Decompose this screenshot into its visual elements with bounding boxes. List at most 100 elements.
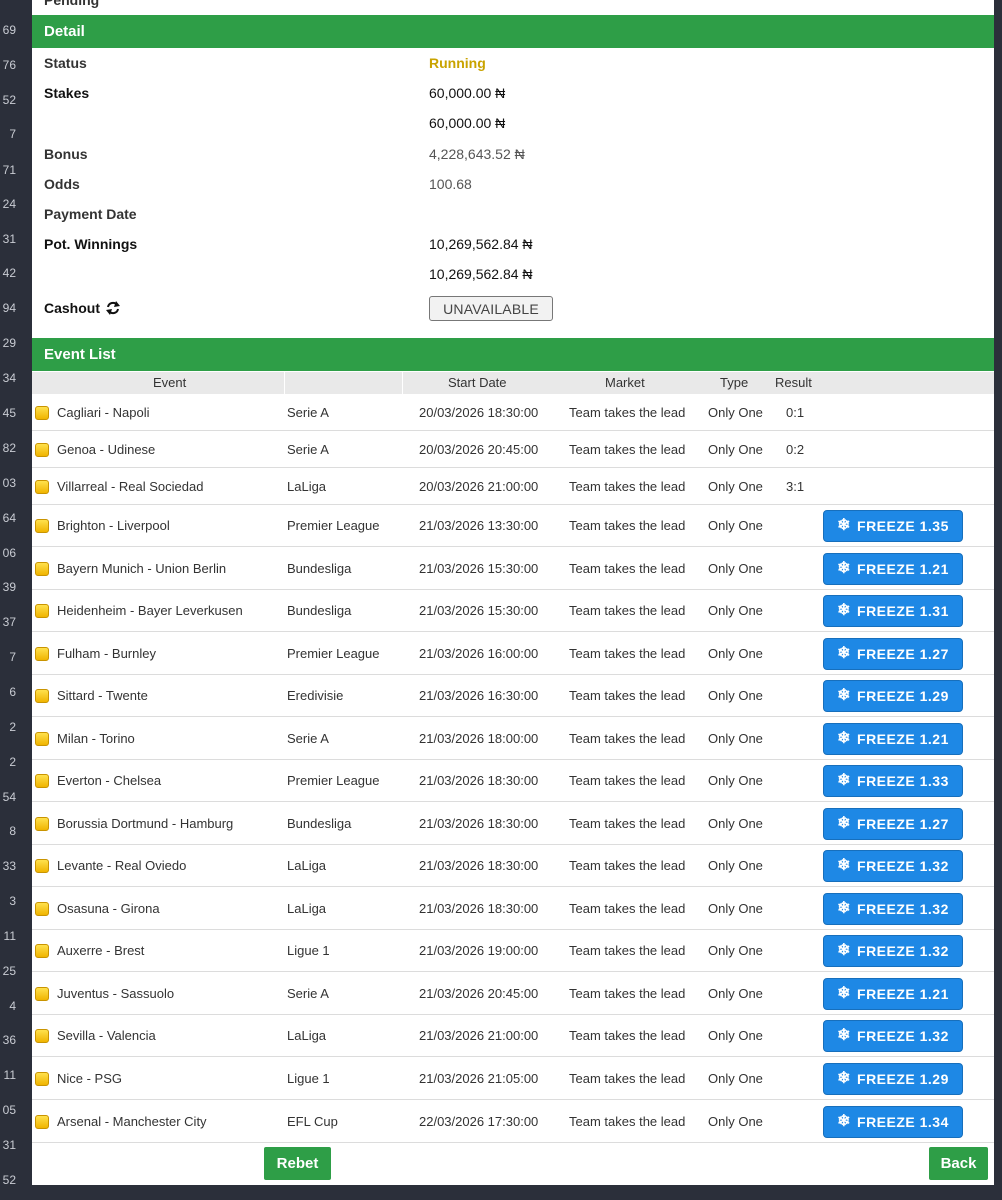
line-number: 11 [3, 1068, 16, 1082]
line-number: 31 [2, 232, 16, 246]
bet-type: Only One [708, 731, 763, 746]
freeze-button[interactable]: ❄ FREEZE 1.32 [823, 935, 963, 967]
start-date: 21/03/2026 16:30:00 [419, 688, 539, 703]
table-row: Villarreal - Real Sociedad LaLiga 20/03/20… [32, 468, 994, 505]
event-name: Levante - Real Oviedo [57, 858, 187, 873]
event-name: Brighton - Liverpool [57, 518, 170, 533]
event-name: Nice - PSG [57, 1071, 123, 1086]
bet-type: Only One [708, 943, 763, 958]
yellow-square-icon [35, 1029, 49, 1043]
start-date: 20/03/2026 20:45:00 [419, 442, 539, 457]
market-name: Team takes the lead [569, 986, 686, 1001]
freeze-button[interactable]: ❄ FREEZE 1.32 [823, 893, 963, 925]
line-number: 25 [2, 964, 16, 978]
event-name: Sittard - Twente [57, 688, 148, 703]
start-date: 21/03/2026 18:30:00 [419, 773, 539, 788]
start-date: 21/03/2026 18:30:00 [419, 816, 539, 831]
freeze-button[interactable]: ❄ FREEZE 1.29 [823, 680, 963, 712]
event-name: Auxerre - Brest [57, 943, 145, 958]
league-name: LaLiga [287, 858, 327, 873]
table-row: Auxerre - Brest Ligue 1 21/03/2026 19:00:0… [32, 930, 994, 972]
freeze-button[interactable]: ❄ FREEZE 1.21 [823, 553, 963, 585]
column-result: Result [775, 375, 812, 390]
freeze-button[interactable]: ❄ FREEZE 1.29 [823, 1063, 963, 1095]
table-row: Genoa - Udinese Serie A 20/03/2026 20:45:0… [32, 431, 994, 468]
bonus-row: Bonus 4,228,643.52 ₦ [44, 139, 984, 169]
bet-detail-panel: Pending Detail Status Running Stakes 60,… [32, 0, 994, 1185]
column-start-date: Start Date [448, 375, 507, 390]
table-row: Fulham - Burnley Premier League 21/03/2026… [32, 632, 994, 675]
line-number: 4 [9, 999, 16, 1013]
snowflake-icon: ❄ [837, 645, 852, 662]
market-name: Team takes the lead [569, 518, 686, 533]
cashout-label: Cashout [44, 300, 100, 316]
league-name: Bundesliga [287, 561, 352, 576]
freeze-button[interactable]: ❄ FREEZE 1.32 [823, 850, 963, 882]
pot-winnings-value-2: 10,269,562.84 ₦ [429, 266, 533, 282]
freeze-label: FREEZE 1.32 [857, 858, 949, 874]
table-row: Juventus - Sassuolo Serie A 21/03/2026 20:… [32, 972, 994, 1015]
table-row: Sevilla - Valencia LaLiga 21/03/2026 21:00… [32, 1015, 994, 1057]
line-number: 2 [9, 755, 16, 769]
bet-type: Only One [708, 646, 763, 661]
bet-type: Only One [708, 405, 763, 420]
detail-header: Detail [32, 15, 994, 48]
event-name: Sevilla - Valencia [57, 1028, 156, 1043]
freeze-label: FREEZE 1.29 [857, 688, 949, 704]
snowflake-icon: ❄ [837, 560, 852, 577]
freeze-label: FREEZE 1.21 [857, 731, 949, 747]
table-row: Sittard - Twente Eredivisie 21/03/2026 16:… [32, 675, 994, 717]
payment-date-row: Payment Date [44, 199, 984, 229]
league-name: Premier League [287, 646, 380, 661]
line-number: 29 [2, 336, 16, 350]
freeze-label: FREEZE 1.32 [857, 943, 949, 959]
snowflake-icon: ❄ [837, 517, 852, 534]
table-row: Bayern Munich - Union Berlin Bundesliga 21… [32, 547, 994, 590]
freeze-button[interactable]: ❄ FREEZE 1.33 [823, 765, 963, 797]
line-number: 11 [3, 929, 16, 943]
freeze-button[interactable]: ❄ FREEZE 1.21 [823, 723, 963, 755]
freeze-button[interactable]: ❄ FREEZE 1.21 [823, 978, 963, 1010]
line-number: 34 [2, 371, 16, 385]
freeze-label: FREEZE 1.33 [857, 773, 949, 789]
event-name: Villarreal - Real Sociedad [57, 479, 204, 494]
line-number: 64 [2, 511, 16, 525]
line-number: 42 [2, 266, 16, 280]
yellow-square-icon [35, 817, 49, 831]
freeze-button[interactable]: ❄ FREEZE 1.31 [823, 595, 963, 627]
line-number: 3 [9, 894, 16, 908]
back-button[interactable]: Back [929, 1147, 988, 1180]
freeze-button[interactable]: ❄ FREEZE 1.34 [823, 1106, 963, 1138]
bet-type: Only One [708, 1114, 763, 1129]
event-name: Juventus - Sassuolo [57, 986, 175, 1001]
cashout-label-wrap: Cashout [44, 293, 121, 323]
market-name: Team takes the lead [569, 731, 686, 746]
event-table-header: Event Start Date Market Type Result [32, 372, 994, 394]
stakes-value-1: 60,000.00 ₦ [429, 85, 506, 101]
freeze-label: FREEZE 1.21 [857, 561, 949, 577]
freeze-button[interactable]: ❄ FREEZE 1.27 [823, 808, 963, 840]
result-value: 3:1 [786, 479, 805, 494]
league-name: Serie A [287, 442, 329, 457]
market-name: Team takes the lead [569, 1028, 686, 1043]
yellow-square-icon [35, 519, 49, 533]
freeze-button[interactable]: ❄ FREEZE 1.35 [823, 510, 963, 542]
freeze-label: FREEZE 1.29 [857, 1071, 949, 1087]
market-name: Team takes the lead [569, 943, 686, 958]
bonus-value: 4,228,643.52 ₦ [429, 146, 525, 162]
start-date: 21/03/2026 19:00:00 [419, 943, 539, 958]
rebet-button[interactable]: Rebet [264, 1147, 331, 1180]
freeze-button[interactable]: ❄ FREEZE 1.27 [823, 638, 963, 670]
pot-winnings-row-2: 10,269,562.84 ₦ [44, 259, 984, 289]
column-market: Market [605, 375, 645, 390]
pot-winnings-label: Pot. Winnings [44, 236, 138, 252]
odds-row: Odds 100.68 [44, 169, 984, 199]
line-number: 06 [2, 546, 16, 560]
bet-type: Only One [708, 1071, 763, 1086]
stakes-value-2: 60,000.00 ₦ [429, 115, 506, 131]
freeze-label: FREEZE 1.32 [857, 1028, 949, 1044]
league-name: LaLiga [287, 1028, 327, 1043]
freeze-button[interactable]: ❄ FREEZE 1.32 [823, 1020, 963, 1052]
cashout-unavailable-button[interactable]: UNAVAILABLE [429, 296, 553, 321]
bet-type: Only One [708, 442, 763, 457]
